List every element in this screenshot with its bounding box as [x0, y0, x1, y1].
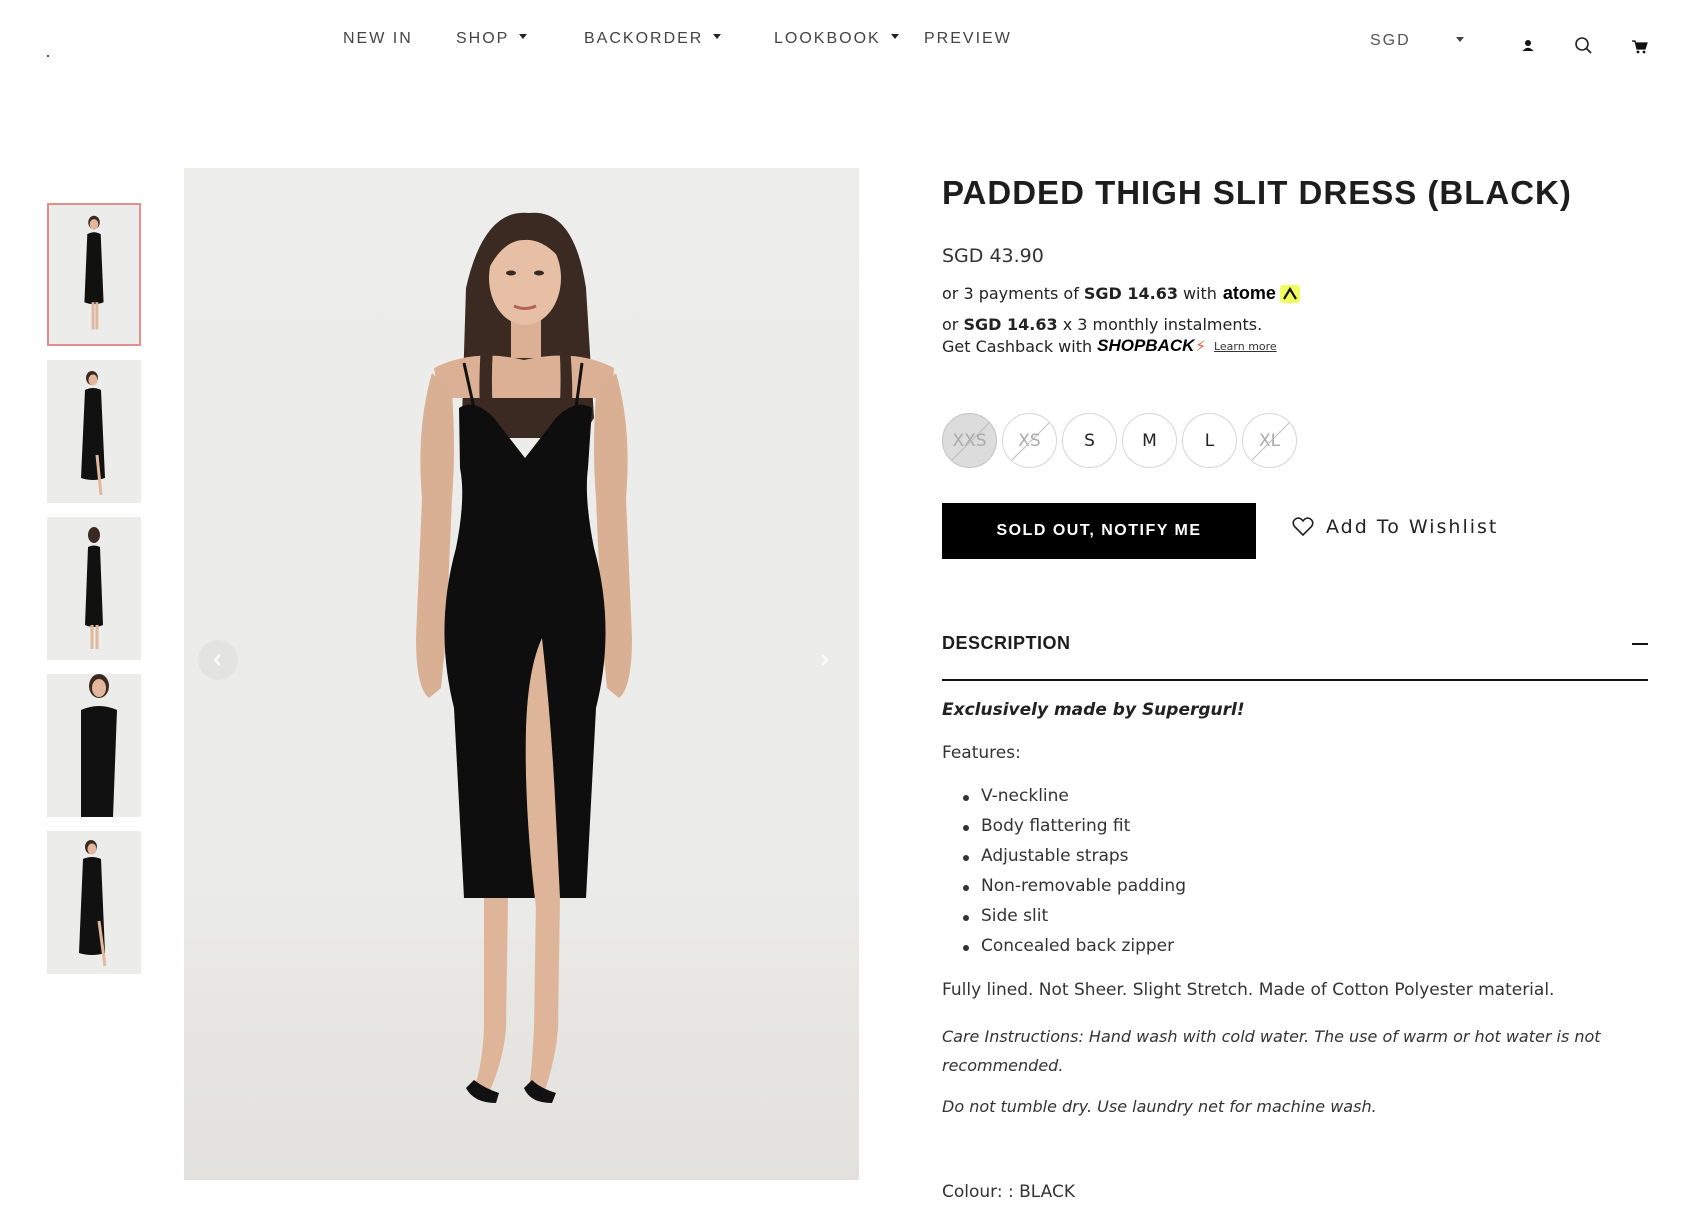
size-option-m[interactable]: M [1122, 413, 1177, 468]
thumbnail-front[interactable] [47, 203, 141, 346]
care-instructions: Care Instructions: Hand wash with cold w… [942, 1027, 1601, 1075]
nav-item-preview[interactable]: PREVIEW [924, 30, 1012, 48]
add-to-wishlist-button[interactable]: Add To Wishlist [1292, 516, 1498, 538]
size-option-s[interactable]: S [1062, 413, 1117, 468]
list-item: V-neckline [963, 786, 1186, 816]
product-title: PADDED THIGH SLIT DRESS (BLACK) [942, 174, 1572, 211]
product-price: SGD 43.90 [942, 245, 1044, 267]
thumbnail-back[interactable] [47, 517, 141, 660]
model-photo [416, 212, 632, 1103]
heart-icon [1292, 517, 1314, 537]
thumbnail-side[interactable] [47, 360, 141, 503]
chevron-down-icon [890, 34, 899, 40]
shopback-suffix: x 3 monthly instalments. [1062, 315, 1263, 334]
bolt-icon: ⚡︎ [1195, 337, 1206, 355]
features-label: Features: [942, 743, 1021, 763]
thumbnail-angle[interactable] [47, 831, 141, 974]
thumbnail-closeup[interactable] [47, 674, 141, 817]
notify-me-button[interactable]: SOLD OUT, NOTIFY ME [942, 503, 1256, 559]
shopback-logo: SHOPBACK [1097, 336, 1195, 355]
chevron-down-icon [519, 34, 528, 40]
next-image-button[interactable] [804, 640, 844, 680]
atome-amount: SGD 14.63 [1083, 284, 1178, 303]
size-option-xxs[interactable]: XXS [942, 413, 997, 468]
site-header: NEW IN SHOP BACKORDER LOOKBOOK PREVIEW S… [0, 0, 1683, 90]
previous-image-button[interactable] [198, 640, 238, 680]
colour-label: Colour: : BLACK [942, 1182, 1075, 1202]
description-heading: DESCRIPTION [942, 633, 1071, 653]
currency-selector[interactable]: SGD [1370, 32, 1411, 50]
cashback-label: Get Cashback with [942, 336, 1093, 356]
site-logo[interactable] [47, 55, 49, 57]
shopback-prefix: or [942, 315, 959, 334]
features-list: V-neckline Body flattering fit Adjustabl… [963, 786, 1186, 966]
wishlist-label: Add To Wishlist [1326, 516, 1499, 538]
nav-item-shop[interactable]: SHOP [456, 30, 528, 48]
list-item: Side slit [963, 906, 1186, 936]
chevron-left-icon [213, 654, 221, 666]
exclusive-note: Exclusively made by Supergurl! [942, 700, 1245, 720]
size-option-xl[interactable]: XL [1242, 413, 1297, 468]
shopback-cashback: Get Cashback with SHOPBACK ⚡︎ Learn more [942, 336, 1277, 356]
collapse-icon [1632, 643, 1648, 645]
atome-installment: or 3 payments of SGD 14.63 with atome [942, 283, 1300, 304]
atome-suffix: with [1182, 284, 1217, 303]
shopback-amount: SGD 14.63 [963, 315, 1058, 334]
material-text: Fully lined. Not Sheer. Slight Stretch. … [942, 980, 1555, 1000]
atome-badge-icon [1279, 284, 1300, 303]
account-icon[interactable] [1517, 34, 1539, 56]
atome-prefix: or 3 payments of [942, 284, 1079, 303]
tumble-note: Do not tumble dry. Use laundry net for m… [942, 1097, 1377, 1116]
list-item: Non-removable padding [963, 876, 1186, 906]
chevron-down-icon [713, 34, 722, 40]
product-main-image[interactable] [184, 168, 859, 1180]
shopback-installment: or SGD 14.63 x 3 monthly instalments. [942, 315, 1262, 334]
learn-more-link[interactable]: Learn more [1214, 340, 1277, 353]
cart-icon[interactable] [1628, 34, 1650, 56]
nav-item-lookbook[interactable]: LOOKBOOK [774, 30, 899, 48]
chevron-right-icon [821, 654, 829, 666]
size-option-l[interactable]: L [1182, 413, 1237, 468]
list-item: Body flattering fit [963, 816, 1186, 846]
nav-item-backorder[interactable]: BACKORDER [584, 30, 722, 48]
description-accordion-header[interactable]: DESCRIPTION [942, 633, 1648, 681]
atome-logo[interactable]: atome [1223, 283, 1276, 304]
nav-item-new-in[interactable]: NEW IN [343, 30, 413, 48]
size-option-xs[interactable]: XS [1002, 413, 1057, 468]
search-icon[interactable] [1572, 34, 1594, 56]
list-item: Concealed back zipper [963, 936, 1186, 966]
list-item: Adjustable straps [963, 846, 1186, 876]
chevron-down-icon [1456, 37, 1464, 42]
